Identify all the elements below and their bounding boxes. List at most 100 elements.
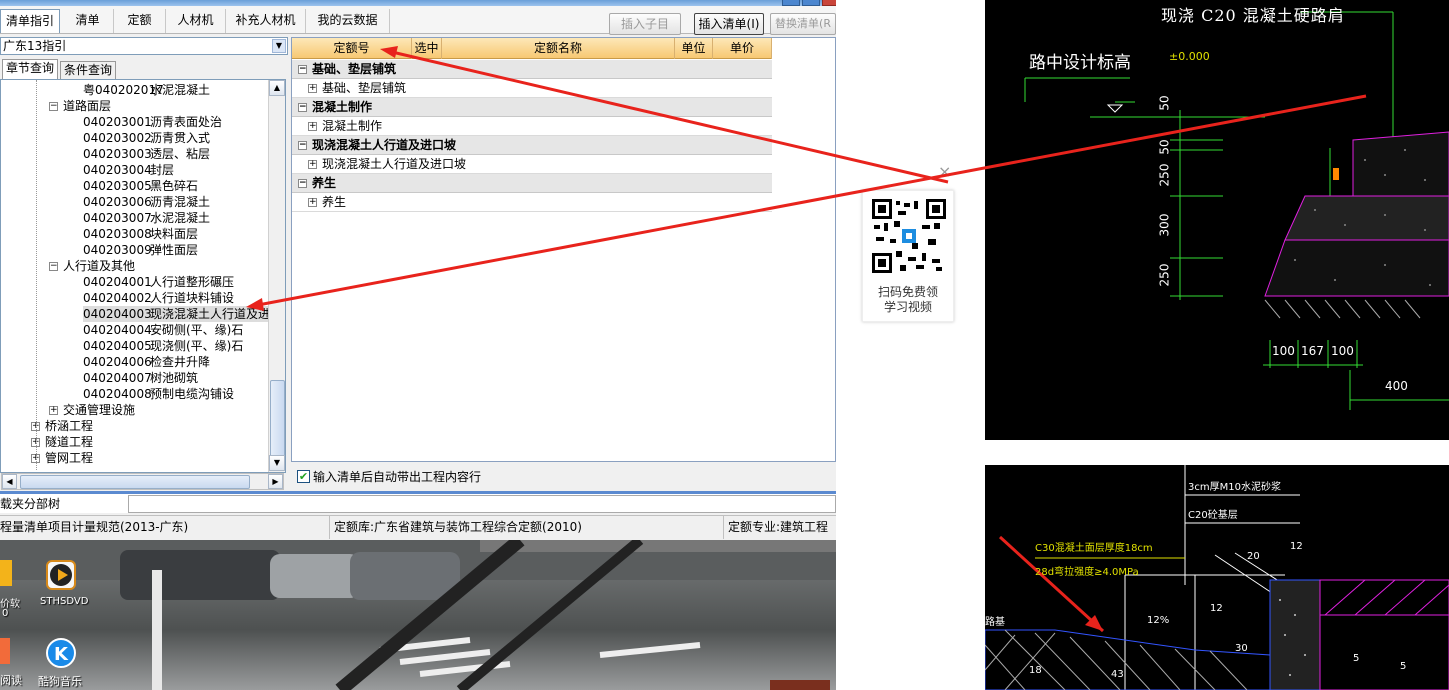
tab-supplement-materials[interactable]: 补充人材机: [226, 9, 306, 33]
insert-list-button[interactable]: 插入清单(I): [694, 13, 764, 35]
qr-popup[interactable]: 扫码免费领 学习视频: [862, 190, 954, 322]
tab-condition-query[interactable]: 条件查询: [60, 61, 117, 79]
tree-group-item[interactable]: − 道路面层: [49, 98, 111, 114]
grid-row-label: 养生: [322, 195, 347, 209]
chapter-tree[interactable]: 粤040202017水泥混凝土 − 道路面层 040203001沥青表面处治 04020…: [0, 79, 286, 473]
tree-leaf-item[interactable]: 粤040202017水泥混凝土: [83, 82, 210, 98]
expand-icon[interactable]: +: [308, 84, 317, 93]
collapse-icon[interactable]: −: [298, 141, 307, 150]
app-icon-partial[interactable]: [0, 560, 12, 586]
tree-leaf-item[interactable]: 040203008块料面层: [83, 226, 198, 242]
cad1-dim-v4: 300: [1157, 213, 1172, 237]
collapse-icon[interactable]: −: [49, 102, 58, 111]
grid-group-row[interactable]: − 混凝土制作: [292, 98, 772, 117]
scroll-left-icon[interactable]: ◀: [2, 474, 17, 489]
grid-group-row[interactable]: − 基础、垫层铺筑: [292, 60, 772, 79]
close-icon[interactable]: ×: [938, 162, 951, 181]
scroll-down-icon[interactable]: ▼: [269, 455, 285, 471]
tree-item-code: 040203009: [83, 243, 152, 257]
grid-item-row[interactable]: + 混凝土制作: [292, 117, 772, 136]
tab-materials[interactable]: 人材机: [166, 9, 226, 33]
tab-chapter-query[interactable]: 章节查询: [2, 59, 59, 79]
tree-leaf-item[interactable]: 040204003现浇混凝土人行道及进: [83, 306, 271, 322]
cad2-note-strength: 28d弯拉强度≥4.0MPa: [1035, 567, 1139, 578]
tab-section-tree[interactable]: 分部树: [24, 495, 60, 512]
tree-leaf-item[interactable]: 040203004封层: [83, 162, 174, 178]
scroll-right-icon[interactable]: ▶: [268, 474, 283, 489]
cad1-dim-v5: 250: [1157, 263, 1172, 287]
tab-list-guide[interactable]: 清单指引: [0, 9, 60, 33]
tree-leaf-item[interactable]: 040204008预制电缆沟铺设: [83, 386, 234, 402]
tree-leaf-item[interactable]: 040204007树池砌筑: [83, 370, 198, 386]
tree-leaf-item[interactable]: 040204005现浇侧(平、缘)石: [83, 338, 243, 354]
expand-icon[interactable]: +: [308, 122, 317, 131]
cad1-dim-v2: 50: [1157, 139, 1172, 155]
tree-horizontal-scrollbar[interactable]: ◀ ▶: [1, 473, 284, 490]
status-quota-major: 定额专业:建筑工程: [728, 520, 829, 534]
col-unit-price[interactable]: 单价: [713, 38, 772, 59]
tree-item-name: 封层: [150, 163, 175, 177]
tree-item-name: 沥青贯入式: [150, 131, 211, 145]
scroll-up-icon[interactable]: ▲: [269, 80, 285, 96]
tree-leaf-item[interactable]: 040204001人行道整形碾压: [83, 274, 234, 290]
expand-icon[interactable]: +: [308, 160, 317, 169]
tree-item-name: 人行道块料铺设: [150, 291, 235, 305]
cad1-dim-h4: 400: [1385, 379, 1408, 393]
tab-list[interactable]: 清单: [62, 9, 114, 33]
collapse-icon[interactable]: −: [298, 179, 307, 188]
bottom-input[interactable]: [128, 495, 836, 513]
tree-group-item[interactable]: − 人行道及其他: [49, 258, 135, 274]
tree-leaf-item[interactable]: 040204002人行道块料铺设: [83, 290, 234, 306]
kugou-music-icon[interactable]: K: [46, 638, 76, 668]
col-selected[interactable]: 选中: [412, 38, 442, 59]
collapse-icon[interactable]: −: [298, 103, 307, 112]
auto-bring-checkbox[interactable]: ✔: [297, 469, 310, 483]
col-quota-number[interactable]: 定额号: [292, 38, 412, 59]
tree-leaf-item[interactable]: 040203009弹性面层: [83, 242, 198, 258]
collapse-icon[interactable]: −: [298, 65, 307, 74]
reader-icon-partial[interactable]: [0, 638, 10, 664]
tree-leaf-item[interactable]: 040203001沥青表面处治: [83, 114, 222, 130]
tree-root-item[interactable]: + 桥涵工程: [31, 418, 93, 434]
insert-child-button[interactable]: 插入子目: [609, 13, 681, 35]
grid-group-row[interactable]: − 养生: [292, 174, 772, 193]
cad1-dim-v3: 250: [1157, 163, 1172, 187]
collapse-icon[interactable]: −: [49, 262, 58, 271]
expand-icon[interactable]: +: [49, 406, 58, 415]
tree-vertical-scrollbar[interactable]: ▲ ▼: [268, 80, 285, 472]
tab-my-cloud-data[interactable]: 我的云数据: [306, 9, 390, 33]
grid-item-row[interactable]: + 养生: [292, 193, 772, 212]
cad2-dim-12b: 12: [1290, 541, 1303, 552]
tree-group-item[interactable]: + 交通管理设施: [49, 402, 135, 418]
tree-leaf-item[interactable]: 040204006检查井升降: [83, 354, 210, 370]
grid-group-row[interactable]: − 现浇混凝土人行道及进口坡: [292, 136, 772, 155]
region-select[interactable]: 广东13指引 ▼: [0, 37, 288, 55]
scroll-thumb-horizontal[interactable]: [20, 475, 250, 489]
grid-item-row[interactable]: + 现浇混凝土人行道及进口坡: [292, 155, 772, 174]
replace-list-button[interactable]: 替换清单(R: [770, 13, 836, 35]
tree-leaf-item[interactable]: 040203005黑色碎石: [83, 178, 198, 194]
col-unit[interactable]: 单位: [675, 38, 713, 59]
tree-root-label: 桥涵工程: [45, 419, 94, 433]
tree-root-item[interactable]: + 管网工程: [31, 450, 93, 466]
auto-bring-row: ✔ 输入清单后自动带出工程内容行: [291, 463, 836, 489]
tree-group-label: 人行道及其他: [63, 259, 136, 273]
tab-clip[interactable]: 载夹: [0, 495, 24, 512]
col-quota-name[interactable]: 定额名称: [442, 38, 675, 59]
tree-item-code: 040203005: [83, 179, 152, 193]
tree-leaf-item[interactable]: 040203006沥青混凝土: [83, 194, 210, 210]
grid-item-row[interactable]: + 基础、垫层铺筑: [292, 79, 772, 98]
cad1-dim-v1: 50: [1157, 95, 1172, 111]
tab-quota[interactable]: 定额: [114, 9, 166, 33]
grid-row-label: 混凝土制作: [322, 119, 383, 133]
auto-bring-label: 输入清单后自动带出工程内容行: [313, 470, 482, 484]
tree-leaf-item[interactable]: 040203003透层、粘层: [83, 146, 210, 162]
tree-item-name: 安砌侧(平、缘)石: [150, 323, 244, 337]
sthsdvd-icon[interactable]: [46, 560, 76, 590]
tree-leaf-item[interactable]: 040203007水泥混凝土: [83, 210, 210, 226]
chevron-down-icon[interactable]: ▼: [272, 39, 286, 53]
tree-root-item[interactable]: + 隧道工程: [31, 434, 93, 450]
tree-leaf-item[interactable]: 040203002沥青贯入式: [83, 130, 210, 146]
expand-icon[interactable]: +: [308, 198, 317, 207]
tree-leaf-item[interactable]: 040204004安砌侧(平、缘)石: [83, 322, 243, 338]
